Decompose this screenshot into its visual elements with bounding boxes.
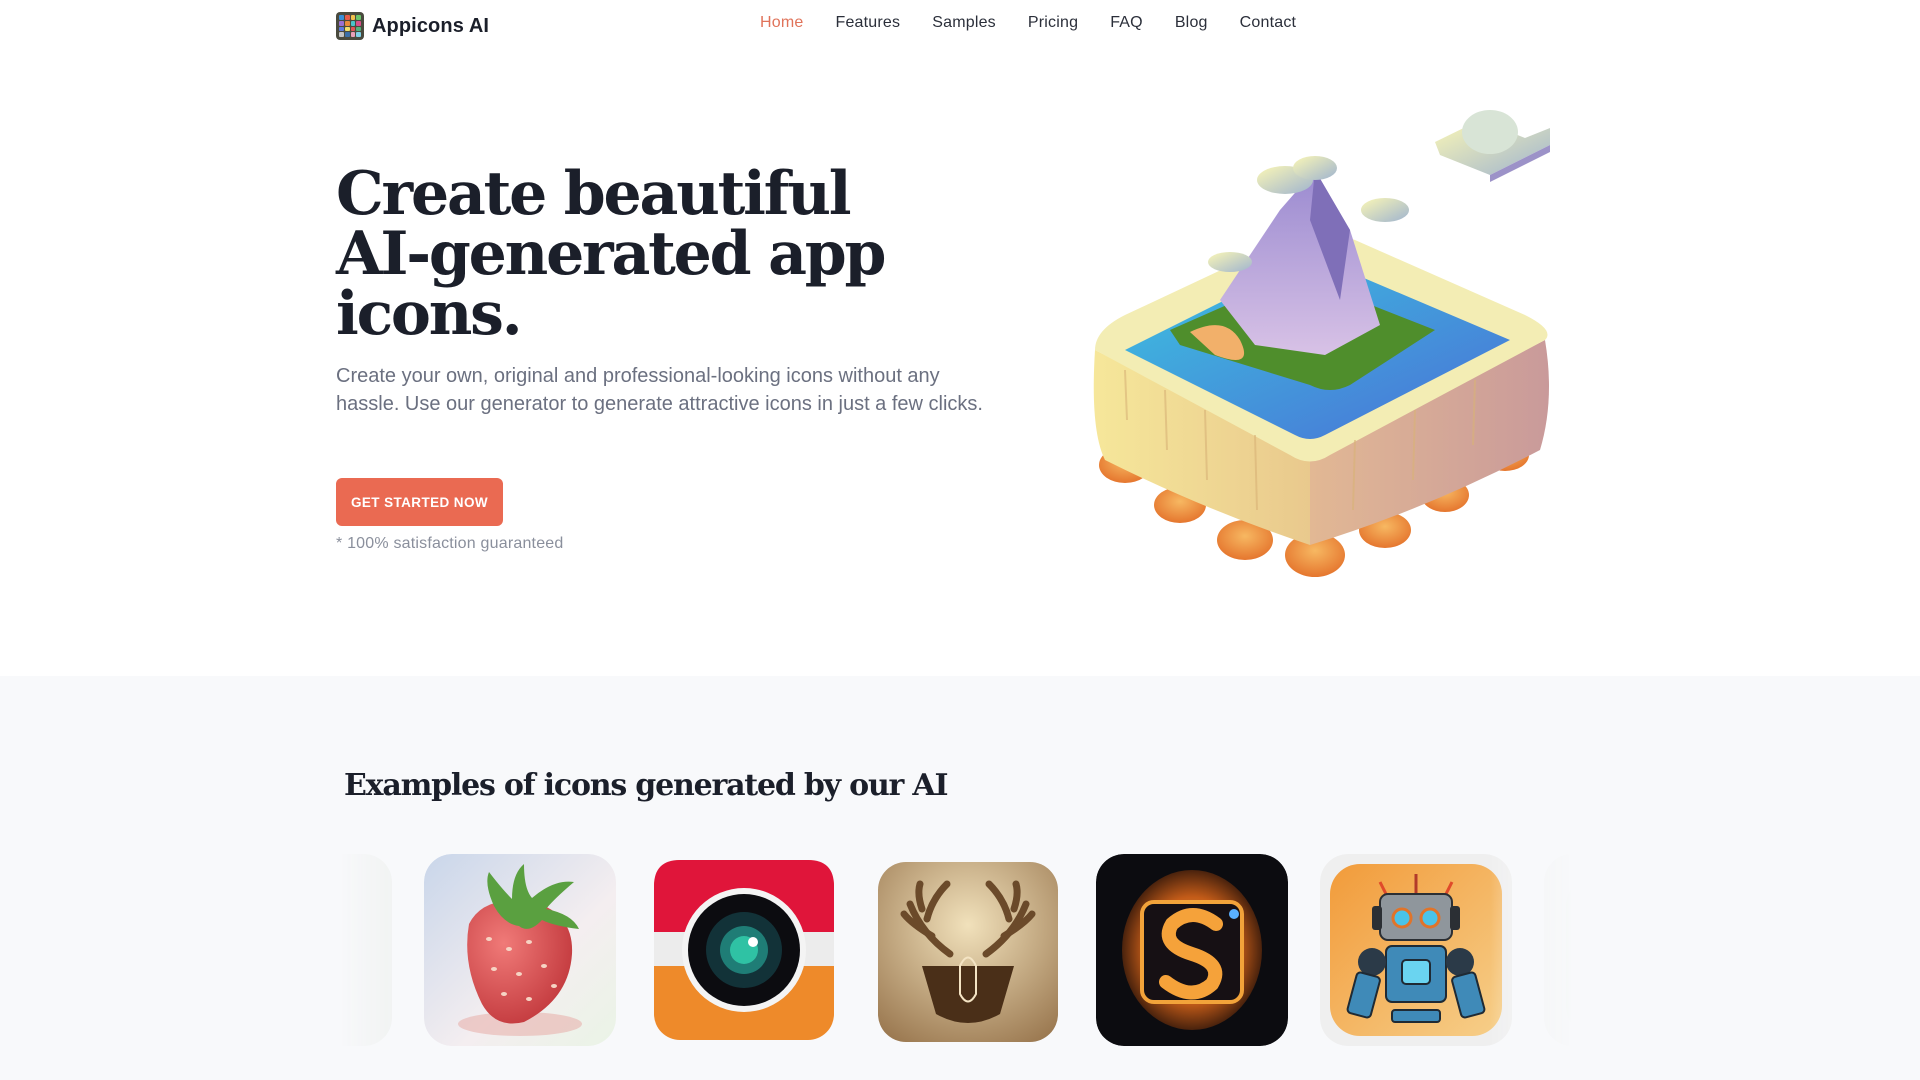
nav-pricing[interactable]: Pricing: [1028, 14, 1078, 32]
fire-letter-s-icon[interactable]: [1096, 854, 1288, 1046]
satisfaction-note: * 100% satisfaction guaranteed: [336, 535, 564, 552]
logo-tile: [344, 26, 350, 32]
floating-island-illustration: [1085, 100, 1555, 590]
nav-home[interactable]: Home: [760, 14, 803, 32]
logo-tile: [356, 20, 361, 26]
hero-subtitle: Create your own, original and profession…: [336, 365, 983, 415]
nav-blog[interactable]: Blog: [1175, 14, 1208, 32]
logo-tile: [344, 20, 350, 26]
nav-samples[interactable]: Samples: [932, 14, 996, 32]
logo-tile: [350, 15, 356, 20]
nav-links: Home Features Samples Pricing FAQ Blog C…: [760, 14, 1296, 32]
brand-name: Appicons AI: [372, 14, 490, 37]
brand-logo-link[interactable]: Appicons AI: [336, 12, 489, 40]
top-navigation: Appicons AI Home Features Samples Pricin…: [0, 0, 1920, 52]
nav-features[interactable]: Features: [835, 14, 900, 32]
logo-tile: [344, 32, 350, 37]
camera-icon[interactable]: [648, 854, 840, 1046]
examples-title: Examples of icons generated by our AI: [344, 768, 949, 803]
icon-carousel[interactable]: [340, 854, 1572, 1054]
get-started-button[interactable]: GET STARTED NOW: [336, 478, 503, 526]
partial-left-icon[interactable]: [340, 854, 392, 1046]
carousel-track: [340, 854, 1572, 1046]
logo-tile: [339, 20, 344, 26]
robot-icon[interactable]: [1320, 854, 1512, 1046]
deer-antlers-icon[interactable]: [872, 854, 1064, 1046]
logo-tile: [339, 15, 344, 20]
partial-green-icon[interactable]: [1544, 854, 1572, 1046]
logo-tile: [339, 32, 344, 37]
logo-tile: [356, 15, 361, 20]
logo-tile: [350, 26, 356, 32]
logo-tile: [339, 26, 344, 32]
logo-tile: [356, 26, 361, 32]
logo-tile: [350, 32, 356, 37]
logo-tile: [344, 15, 350, 20]
examples-section: Examples of icons generated by our AI: [0, 676, 1920, 1080]
logo-tile: [356, 32, 361, 37]
logo-tile: [350, 20, 356, 26]
nav-contact[interactable]: Contact: [1240, 14, 1297, 32]
app-grid-logo-icon: [336, 12, 364, 40]
strawberry-icon[interactable]: [424, 854, 616, 1046]
nav-faq[interactable]: FAQ: [1110, 14, 1143, 32]
cloud-shape: [1435, 110, 1550, 182]
hero-title: Create beautiful AI-generated app icons.: [336, 159, 886, 349]
